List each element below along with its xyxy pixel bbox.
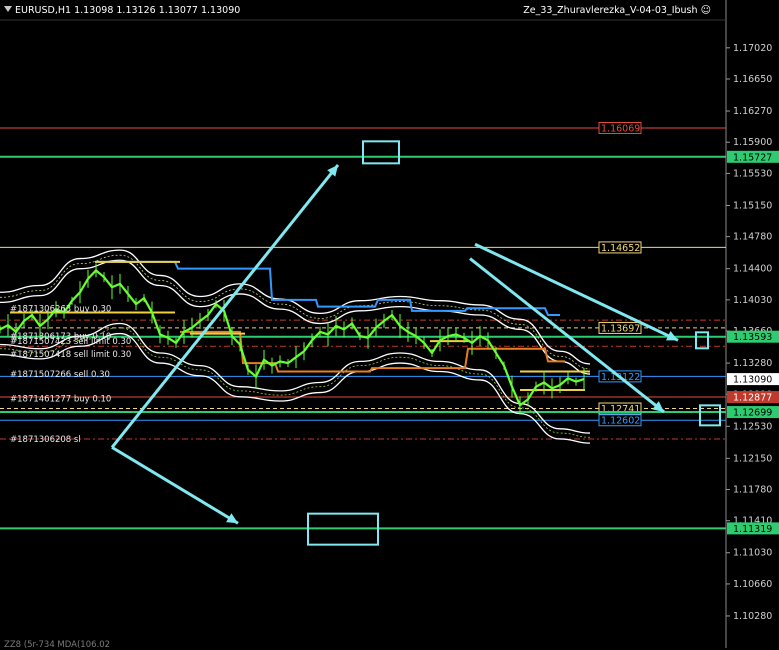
annotation-arrow <box>110 164 340 449</box>
symbol-info-text: EURUSD,H1 1.13098 1.13126 1.13077 1.1309… <box>15 5 241 16</box>
y-tick-label: 1.12150 <box>733 453 772 464</box>
symbol-info: EURUSD,H1 1.13098 1.13126 1.13077 1.1309… <box>4 5 240 16</box>
y-tick-label: 1.15530 <box>733 168 772 179</box>
level-badge: 1.11319 <box>733 524 772 535</box>
order-label: #1871306263 buy 0.30 <box>10 304 111 314</box>
order-label: #1871507266 sell 0.30 <box>10 370 110 380</box>
order-label: #1871306208 sl <box>10 435 81 445</box>
level-label: 1.13697 <box>601 323 640 334</box>
footer-indicator-text: ZZ8 (5r-734 MDA(106.02 <box>4 640 111 650</box>
annotation-box <box>362 140 400 165</box>
y-tick-label: 1.15150 <box>733 200 772 211</box>
level-label: 1.12741 <box>601 404 640 415</box>
y-tick-label: 1.12530 <box>733 421 772 432</box>
level-label: 1.12602 <box>601 416 640 427</box>
dropdown-triangle-icon[interactable] <box>4 6 12 12</box>
annotation-arrow <box>111 446 239 525</box>
order-label: #1871507423 sell limit 0.30 <box>10 337 131 347</box>
level-label: 1.16069 <box>601 123 640 134</box>
y-tick-label: 1.10660 <box>733 579 772 590</box>
orange-step-envelope <box>180 330 565 373</box>
order-label: #1871461277 buy 0.10 <box>10 394 111 404</box>
y-tick-label: 1.14030 <box>733 295 772 306</box>
y-tick-label: 1.17020 <box>733 43 772 54</box>
order-label: #1871507418 sell limit 0.30 <box>10 350 131 360</box>
y-tick-label: 1.16650 <box>733 74 772 85</box>
level-badge: 1.12699 <box>733 408 772 419</box>
level-badge: 1.13593 <box>733 332 772 343</box>
chart-area[interactable]: 1.17020 1.16650 1.16270 1.15900 1.15530 1.151… <box>0 0 779 650</box>
y-tick-label: 1.15900 <box>733 137 772 148</box>
y-tick-label: 1.11030 <box>733 548 772 559</box>
annotation-arrow <box>469 257 665 414</box>
smiley-face-icon[interactable]: ☺ <box>701 5 711 16</box>
y-tick-label: 1.14400 <box>733 264 772 275</box>
y-tick-label: 1.16270 <box>733 106 772 117</box>
level-label: 1.14652 <box>601 243 640 254</box>
price-chart[interactable]: 1.17020 1.16650 1.16270 1.15900 1.15530 1.151… <box>0 0 779 648</box>
indicator-name: Ze_33_Zhuravlerezka_V-04-03_Ibush <box>523 5 698 16</box>
current-price-badge: 1.13090 <box>733 375 772 386</box>
y-tick-label: 1.14780 <box>733 232 772 243</box>
y-tick-label: 1.11780 <box>733 485 772 496</box>
level-badge: 1.15727 <box>733 152 772 163</box>
y-tick-label: 1.10280 <box>733 611 772 622</box>
y-tick-label: 1.13280 <box>733 358 772 369</box>
level-badge: 1.12877 <box>733 393 772 404</box>
indicator-title: Ze_33_Zhuravlerezka_V-04-03_Ibush ☺ <box>523 5 711 16</box>
